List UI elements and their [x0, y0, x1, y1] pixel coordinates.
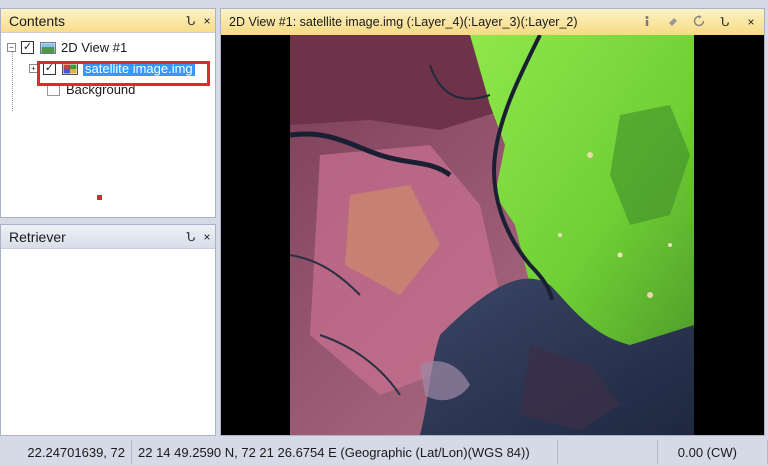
pin-icon[interactable]: Ն	[712, 15, 738, 29]
pin-icon[interactable]: Ն	[183, 230, 199, 244]
map-view-title: 2D View #1: satellite image.img (:Layer_…	[229, 15, 578, 29]
tree-item-label: Background	[66, 82, 136, 97]
close-icon[interactable]: ×	[738, 15, 764, 29]
collapse-icon[interactable]: −	[7, 43, 16, 52]
status-rotation: 0.00 (CW)	[658, 440, 768, 464]
tree-connector	[12, 49, 13, 111]
tree-item-label-selected: satellite image.img	[83, 61, 195, 76]
contents-panel: Contents Ն × − ✓ 2D View #1 + ✓ satellit…	[0, 8, 216, 218]
view-visibility-checkbox[interactable]: ✓	[21, 41, 34, 54]
tree-item-2d-view[interactable]: − ✓ 2D View #1	[7, 37, 215, 58]
tree-item-satellite-image[interactable]: + ✓ satellite image.img	[29, 58, 215, 79]
layer-visibility-checkbox[interactable]: ✓	[43, 62, 56, 75]
status-bar: 22.24701639, 72 22 14 49.2590 N, 72 21 2…	[0, 438, 768, 466]
layer-tree: − ✓ 2D View #1 + ✓ satellite image.img B…	[1, 33, 215, 111]
retriever-panel-header: Retriever Ն ×	[1, 225, 215, 249]
satellite-image	[290, 35, 694, 435]
status-coordinate-decimal: 22.24701639, 72	[0, 440, 132, 464]
close-icon[interactable]: ×	[199, 230, 215, 244]
raster-layer-icon	[62, 62, 78, 75]
status-blank-segment	[558, 440, 658, 464]
contents-panel-header: Contents Ն ×	[1, 9, 215, 33]
map-view-header: 2D View #1: satellite image.img (:Layer_…	[221, 9, 764, 35]
contents-panel-title: Contents	[9, 12, 66, 29]
expand-icon[interactable]: +	[29, 64, 38, 73]
pin-icon[interactable]: Ն	[183, 14, 199, 28]
eraser-icon[interactable]	[660, 15, 686, 30]
background-checkbox[interactable]	[47, 83, 60, 96]
info-icon[interactable]	[634, 15, 660, 30]
retriever-panel: Retriever Ն ×	[0, 224, 216, 436]
retriever-panel-title: Retriever	[9, 228, 66, 245]
red-marker	[97, 195, 102, 200]
map-view-window: 2D View #1: satellite image.img (:Layer_…	[220, 8, 765, 436]
refresh-icon[interactable]	[686, 14, 712, 30]
app-window: Contents Ն × − ✓ 2D View #1 + ✓ satellit…	[0, 0, 768, 466]
map-canvas[interactable]	[221, 35, 764, 435]
tree-item-label: 2D View #1	[61, 40, 128, 55]
status-coordinate-dms: 22 14 49.2590 N, 72 21 26.6754 E (Geogra…	[132, 440, 558, 464]
tree-item-background[interactable]: Background	[47, 79, 215, 100]
view-icon	[40, 41, 56, 54]
close-icon[interactable]: ×	[199, 14, 215, 28]
